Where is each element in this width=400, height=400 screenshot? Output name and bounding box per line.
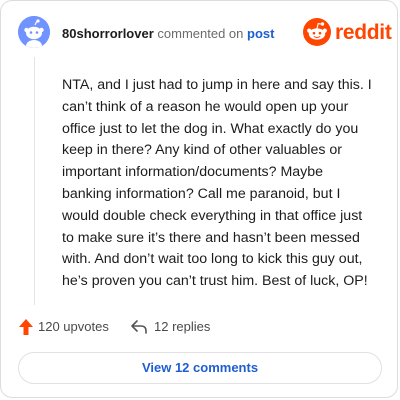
username[interactable]: 80shorrorlover	[62, 26, 154, 41]
thread-line	[34, 57, 35, 305]
reply-count: 12 replies	[154, 319, 211, 334]
comment-body: NTA, and I just had to jump in here and …	[62, 77, 372, 290]
comment-card: 80shorrorlover commented on post reddit …	[0, 0, 398, 398]
snoo-avatar-icon	[18, 16, 50, 48]
reddit-wordmark: reddit	[335, 21, 392, 44]
avatar[interactable]	[18, 16, 50, 48]
view-comments-button[interactable]: View 12 comments	[18, 352, 382, 384]
reply-arrow-icon	[131, 320, 147, 334]
upvote-button[interactable]: 120 upvotes	[18, 317, 118, 337]
upvote-arrow-icon	[19, 319, 33, 335]
commented-on-text: commented on	[157, 26, 244, 41]
reply-button[interactable]: 12 replies	[130, 317, 230, 337]
reddit-logo[interactable]: reddit	[303, 18, 392, 48]
comment-header: 80shorrorlover commented on post reddit	[18, 16, 392, 52]
comment-meta: 80shorrorlover commented on post	[62, 26, 274, 42]
post-link[interactable]: post	[247, 26, 274, 41]
upvote-count: 120 upvotes	[38, 319, 109, 334]
reddit-snoo-icon	[303, 18, 331, 46]
